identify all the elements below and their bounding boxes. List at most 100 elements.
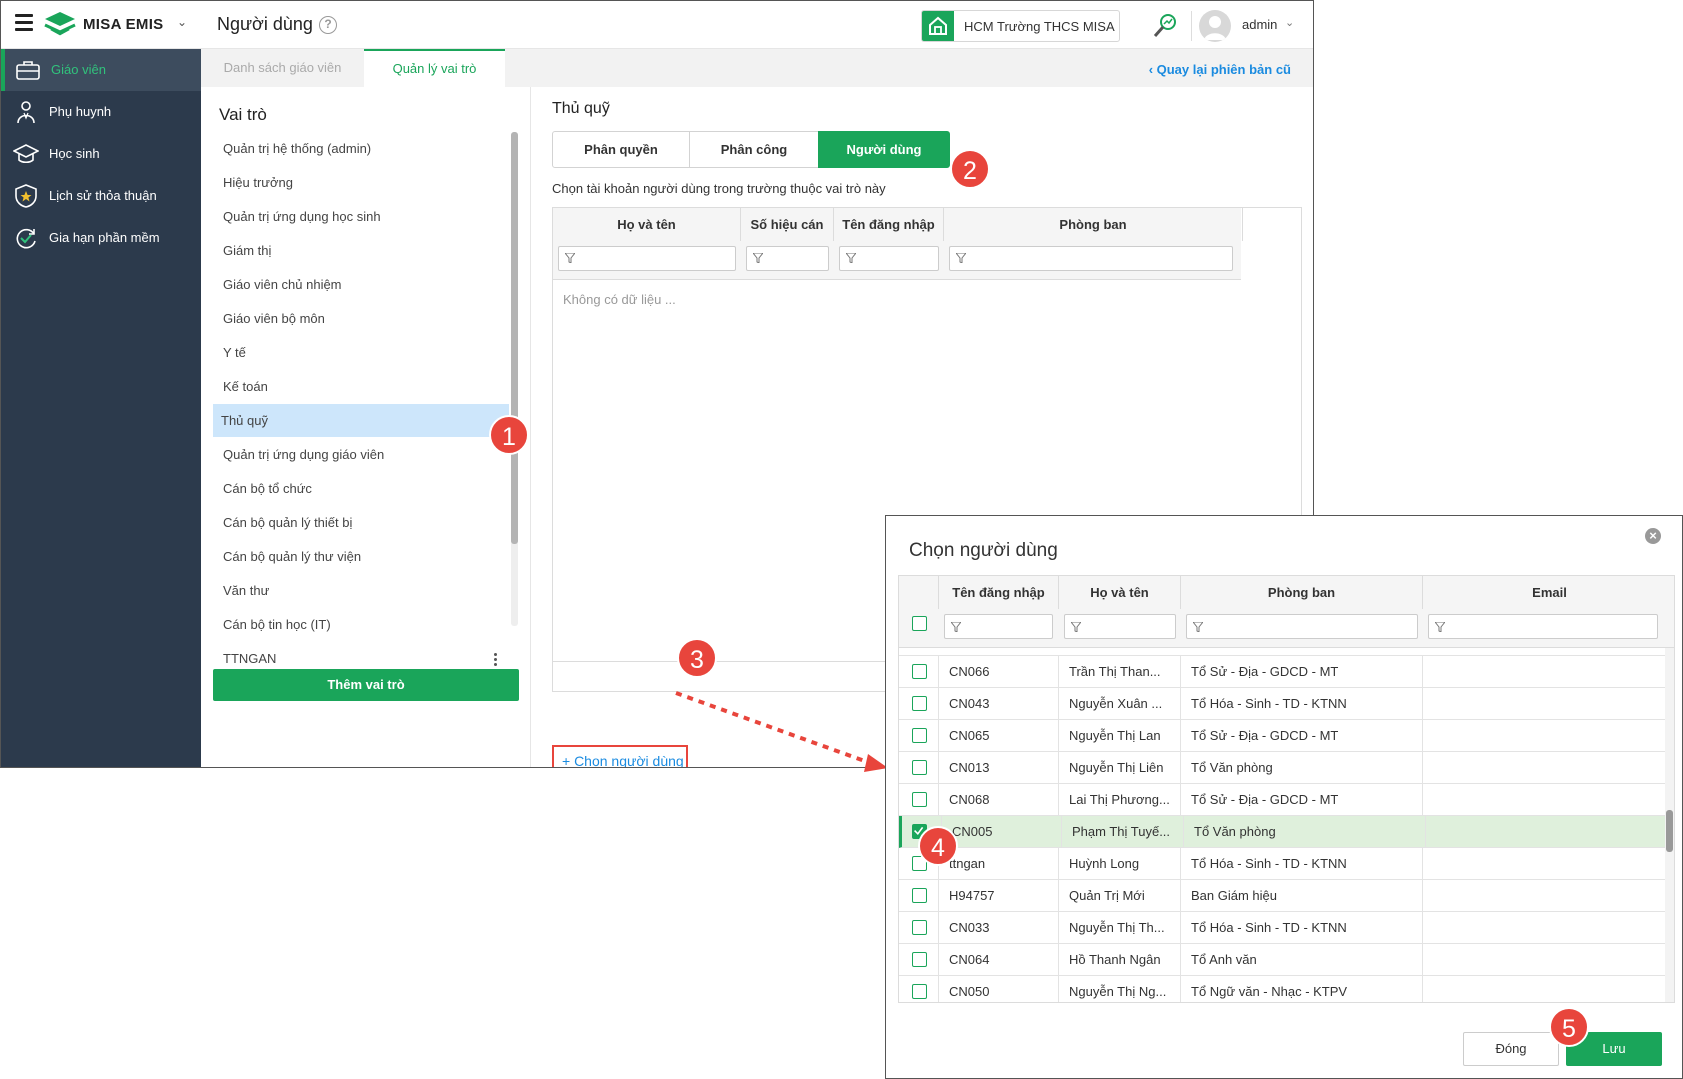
role-item[interactable]: Quản trị ứng dụng giáo viên: [213, 438, 509, 471]
choose-user-link[interactable]: + Chọn người dùng: [552, 745, 688, 767]
cell-email: [1423, 976, 1666, 1002]
column-header[interactable]: Họ và tên: [553, 208, 741, 241]
table-row[interactable]: CN068 Lai Thị Phương... Tổ Sử - Địa - GDCD…: [899, 784, 1666, 816]
role-item[interactable]: Văn thư: [213, 574, 509, 607]
row-select-cell: [899, 944, 939, 976]
scrollbar-thumb[interactable]: [511, 132, 518, 544]
segment-users[interactable]: Người dùng: [818, 131, 950, 168]
table-row[interactable]: CN050 Nguyễn Thị Ng... Tổ Ngữ văn - Nhạc -…: [899, 976, 1666, 1002]
table-row[interactable]: CN064 Hồ Thanh Ngân Tổ Anh văn: [899, 944, 1666, 976]
table-row[interactable]: CN033 Nguyễn Thị Th... Tổ Hóa - Sinh - TD …: [899, 912, 1666, 944]
more-icon[interactable]: [494, 653, 498, 668]
filter-input[interactable]: [949, 246, 1233, 271]
role-item[interactable]: Hiệu trưởng: [213, 166, 509, 199]
segment-assignment[interactable]: Phân công: [689, 131, 819, 168]
step-badge: 3: [677, 638, 717, 678]
tab-teacher-list[interactable]: Danh sách giáo viên: [201, 49, 364, 87]
cell-login: CN066: [939, 656, 1059, 688]
row-checkbox[interactable]: [912, 696, 927, 711]
back-to-old-version-link[interactable]: ‹ Quay lại phiên bản cũ: [1149, 62, 1291, 77]
filter-icon: [1071, 622, 1081, 632]
table-row[interactable]: CN043 Nguyễn Xuân ... Tổ Hóa - Sinh - TD -…: [899, 688, 1666, 720]
row-checkbox[interactable]: [912, 888, 927, 903]
role-item[interactable]: Y tế: [213, 336, 509, 369]
add-role-button[interactable]: Thêm vai trò: [213, 669, 519, 701]
select-all-checkbox[interactable]: [912, 616, 927, 631]
column-header[interactable]: Phòng ban: [944, 208, 1243, 241]
filter-input[interactable]: [746, 246, 829, 271]
sidebar: Giáo viên Phụ huynh Học sinh Lịch sử thỏ…: [1, 49, 201, 767]
close-button[interactable]: Đóng: [1463, 1032, 1559, 1066]
search-chart-icon[interactable]: [1151, 12, 1179, 40]
column-header[interactable]: Tên đăng nhập: [834, 208, 944, 241]
role-item[interactable]: Quản trị hệ thống (admin): [213, 132, 509, 165]
school-name: HCM Trường THCS MISA: [964, 19, 1115, 34]
refresh-check-icon: [16, 228, 36, 249]
filter-input[interactable]: [1186, 614, 1418, 639]
table-row[interactable]: CN005 Phạm Thị Tuyế... Tổ Văn phòng: [899, 816, 1666, 848]
sidebar-item-agreement-history[interactable]: Lịch sử thỏa thuận: [1, 175, 201, 217]
role-item[interactable]: Giám thị: [213, 234, 509, 267]
row-checkbox[interactable]: [912, 952, 927, 967]
row-checkbox[interactable]: [912, 728, 927, 743]
role-item[interactable]: Cán bộ tin học (IT): [213, 608, 509, 641]
cell-name: Nguyễn Thị Th...: [1059, 912, 1181, 944]
cell-dept: Tổ Sử - Địa - GDCD - MT: [1181, 656, 1423, 688]
menu-icon[interactable]: [15, 14, 33, 31]
sidebar-item-renewal[interactable]: Gia hạn phần mềm: [1, 217, 201, 259]
segment-permissions[interactable]: Phân quyền: [552, 131, 690, 168]
scrollbar[interactable]: [511, 132, 518, 626]
filter-input[interactable]: [1064, 614, 1176, 639]
table-row[interactable]: H94757 Quản Trị Mới Ban Giám hiệu: [899, 880, 1666, 912]
role-item[interactable]: Giáo viên chủ nhiệm: [213, 268, 509, 301]
row-checkbox[interactable]: [912, 760, 927, 775]
chevron-down-icon[interactable]: ⌄: [177, 15, 187, 29]
grid-header: Họ và tên Số hiệu cán Tên đăng nhập Phòn…: [553, 208, 1243, 280]
table-row[interactable]: [899, 648, 1666, 656]
close-icon[interactable]: ×: [1645, 528, 1661, 544]
role-item[interactable]: Thủ quỹ: [213, 404, 509, 437]
row-checkbox[interactable]: [912, 664, 927, 679]
cell-email: [1423, 688, 1666, 720]
table-row[interactable]: ttngan Huỳnh Long Tổ Hóa - Sinh - TD - KTN…: [899, 848, 1666, 880]
table-row[interactable]: CN013 Nguyễn Thị Liên Tổ Văn phòng: [899, 752, 1666, 784]
avatar[interactable]: [1199, 10, 1231, 42]
tab-role-management[interactable]: Quản lý vai trò: [364, 49, 505, 87]
row-select-cell: [899, 752, 939, 784]
table-row[interactable]: CN065 Nguyễn Thị Lan Tổ Sử - Địa - GDCD - …: [899, 720, 1666, 752]
user-name[interactable]: admin: [1242, 17, 1277, 32]
role-item[interactable]: Kế toán: [213, 370, 509, 403]
role-item[interactable]: Quản trị ứng dụng học sinh: [213, 200, 509, 233]
row-checkbox[interactable]: [912, 984, 927, 999]
sidebar-item-parents[interactable]: Phụ huynh: [1, 91, 201, 133]
filter-input[interactable]: [839, 246, 939, 271]
column-header[interactable]: Số hiệu cán: [741, 208, 834, 241]
column-header[interactable]: Phòng ban: [1181, 576, 1423, 609]
filter-input[interactable]: [944, 614, 1053, 639]
role-item[interactable]: Cán bộ tổ chức: [213, 472, 509, 505]
school-selector[interactable]: HCM Trường THCS MISA: [921, 10, 1120, 42]
role-item[interactable]: Giáo viên bộ môn: [213, 302, 509, 335]
role-item[interactable]: Cán bộ quản lý thiết bị: [213, 506, 509, 539]
scrollbar-thumb[interactable]: [1666, 810, 1673, 852]
step-badge: 1: [489, 415, 529, 455]
sidebar-item-students[interactable]: Học sinh: [1, 133, 201, 175]
chevron-down-icon[interactable]: ⌄: [1285, 16, 1294, 29]
brand-name: MISA EMIS: [83, 16, 164, 33]
school-building-icon: [922, 11, 954, 41]
table-row[interactable]: CN066 Trần Thị Than... Tổ Sử - Địa - GDCD …: [899, 656, 1666, 688]
sidebar-item-teachers[interactable]: Giáo viên: [1, 49, 201, 91]
cell-login: CN005: [942, 816, 1062, 848]
column-header[interactable]: Tên đăng nhập: [939, 576, 1059, 609]
filter-input[interactable]: [558, 246, 736, 271]
row-checkbox[interactable]: [912, 792, 927, 807]
row-checkbox[interactable]: [912, 920, 927, 935]
role-item[interactable]: Cán bộ quản lý thư viện: [213, 540, 509, 573]
help-icon[interactable]: ?: [319, 16, 337, 34]
scrollbar[interactable]: [1665, 648, 1674, 1002]
column-header[interactable]: Họ và tên: [1059, 576, 1181, 609]
filter-icon: [1435, 622, 1445, 632]
filter-input[interactable]: [1428, 614, 1658, 639]
column-header[interactable]: Email: [1423, 576, 1674, 609]
row-select-cell: [899, 656, 939, 688]
